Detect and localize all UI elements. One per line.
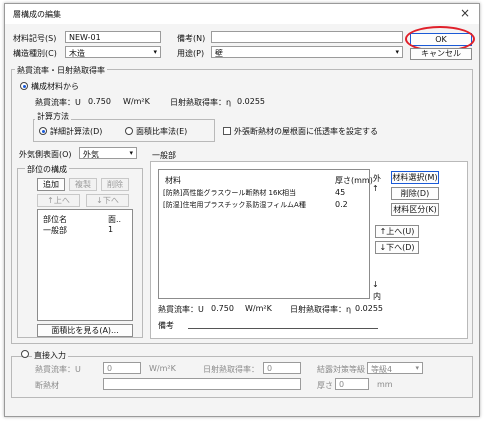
material-id-label: 材料記号(S) [13, 34, 57, 43]
table-row[interactable]: [防熱]高性能グラスウール断熱材 16K相当 45 [159, 187, 369, 198]
structure-value: 木造 [69, 49, 85, 58]
copy-part-button[interactable]: 複製 [69, 178, 97, 191]
chevron-down-icon: ▾ [415, 364, 419, 372]
table-row[interactable]: 一般部 1 [38, 224, 132, 235]
direct-insulation-label: 断熱材 [35, 381, 59, 390]
material-thickness: 45 [335, 188, 346, 197]
chevron-down-icon: ▾ [395, 48, 399, 56]
parts-table: 部位名 面.. 一般部 1 [37, 209, 133, 321]
direct-u-unit: W/m²K [149, 364, 176, 373]
direct-measure-select[interactable]: 等級4 ▾ [367, 362, 423, 374]
general-eta-value: 0.0255 [355, 304, 383, 313]
direct-eta-label: 日射熱取得率： [203, 365, 259, 374]
eta-label: 日射熱取得率：η [170, 98, 232, 107]
general-notes-label: 備考 [158, 321, 174, 330]
general-notes-input[interactable] [188, 328, 378, 329]
direct-thickness-unit: mm [377, 380, 393, 389]
calc-detail-label: 詳細計算法(D) [50, 127, 103, 136]
low-perm-checkbox[interactable] [223, 127, 231, 135]
calc-area-radio[interactable] [125, 127, 133, 135]
title-bar: 層構成の編集 × [5, 4, 479, 24]
direct-u-label: 熱貫流率：U [35, 365, 81, 374]
chevron-down-icon: ▾ [129, 149, 133, 157]
notes-label: 備考(N) [177, 34, 206, 43]
material-category-button[interactable]: 材料区分(K) [391, 203, 439, 216]
material-name: [防熱]高性能グラスウール断熱材 16K相当 [163, 189, 297, 197]
structure-select[interactable]: 木造 ▾ [65, 46, 161, 58]
inside-label: 内 [373, 292, 381, 301]
usage-value: 壁 [215, 49, 223, 58]
parts-group-label: 部位の構成 [25, 164, 69, 175]
eta-value: 0.0255 [237, 97, 265, 106]
material-col-name: 材料 [165, 176, 181, 185]
tab-general[interactable]: 一般部 [152, 150, 176, 161]
select-material-button[interactable]: 材料選択(M) [391, 171, 439, 184]
outside-label: 外 [373, 174, 381, 183]
chevron-down-icon: ▾ [153, 48, 157, 56]
direct-measure-label: 結露対策等級 [317, 365, 365, 374]
add-part-button[interactable]: 追加 [37, 178, 65, 191]
usage-select[interactable]: 壁 ▾ [211, 46, 403, 58]
edit-layer-dialog: 層構成の編集 × 材料記号(S) NEW-01 備考(N) 構造種別(C) 木造… [4, 3, 480, 417]
direct-measure-value: 等級4 [371, 365, 393, 374]
material-name: [防湿]住宅用プラスチック系防湿フィルムA種 [163, 201, 306, 209]
structure-label: 構造種別(C) [13, 49, 57, 58]
move-part-up-button[interactable]: ↑上へ [37, 194, 80, 207]
calc-detail-radio[interactable] [39, 127, 47, 135]
u-unit: W/m²K [123, 97, 150, 106]
u-label: 熱貫流率：U [35, 98, 81, 107]
part-area: 1 [108, 225, 114, 234]
delete-material-button[interactable]: 削除(D) [391, 187, 439, 200]
from-composition-radio[interactable] [20, 82, 28, 90]
usage-label: 用途(P) [177, 49, 205, 58]
area-ratio-button[interactable]: 面積比を見る(A)... [37, 324, 133, 337]
general-u-label: 熱貫流率：U [158, 305, 204, 314]
direct-input-label: 直接入力 [32, 350, 68, 361]
thickness-col-name: 厚さ(mm) [335, 176, 373, 185]
direct-thickness-label: 厚さ [317, 381, 333, 390]
move-down-button[interactable]: ↓下へ(D) [375, 241, 419, 254]
delete-part-button[interactable]: 削除 [101, 178, 129, 191]
move-up-button[interactable]: ↑上へ(U) [375, 225, 419, 238]
u-value: 0.750 [88, 97, 111, 106]
general-eta-label: 日射熱取得率：η [290, 305, 352, 314]
move-part-down-button[interactable]: ↓下へ [86, 194, 129, 207]
direct-eta-input[interactable]: 0 [263, 362, 301, 374]
direct-insulation-input[interactable] [103, 378, 301, 390]
from-composition-label: 構成材料から [31, 82, 79, 91]
calc-area-label: 面積比率法(E) [136, 127, 188, 136]
table-row[interactable]: [防湿]住宅用プラスチック系防湿フィルムA種 0.2 [159, 199, 369, 210]
up-arrow-icon: ↑ [372, 184, 379, 193]
notes-input[interactable] [211, 31, 403, 43]
material-id-input[interactable]: NEW-01 [65, 31, 161, 43]
direct-u-input[interactable]: 0 [103, 362, 141, 374]
exterior-label: 外気側表面(O) [19, 150, 72, 159]
material-table: 材料 厚さ(mm) [防熱]高性能グラスウール断熱材 16K相当 45 [防湿]… [158, 169, 373, 299]
material-thickness: 0.2 [335, 200, 348, 209]
thermal-group-label: 熱貫流率・日射熱取得率 [15, 65, 107, 76]
part-name: 一般部 [43, 226, 67, 235]
exterior-value: 外気 [83, 150, 99, 159]
down-arrow-icon: ↓ [372, 280, 379, 289]
calc-method-label: 計算方法 [35, 111, 71, 122]
dialog-title: 層構成の編集 [13, 10, 61, 19]
exterior-select[interactable]: 外気 ▾ [79, 147, 137, 159]
general-u-value: 0.750 [211, 304, 234, 313]
direct-thickness-input[interactable]: 0 [335, 378, 369, 390]
cancel-button[interactable]: キャンセル [410, 48, 472, 60]
direct-input-radio[interactable] [21, 350, 29, 358]
general-u-unit: W/m²K [245, 304, 272, 313]
close-icon[interactable]: × [460, 6, 470, 20]
low-perm-label: 外張断熱材の屋根面に低透率を設定する [234, 127, 378, 136]
